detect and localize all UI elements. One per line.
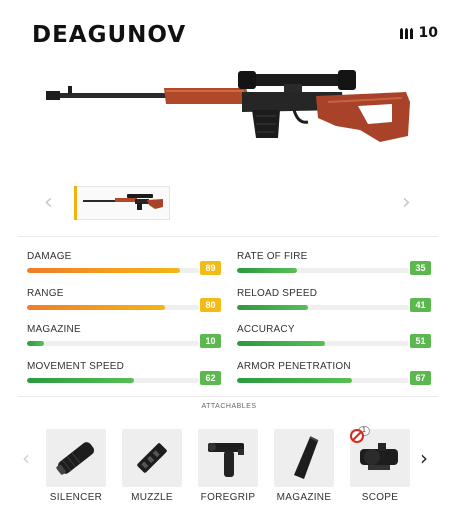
weapon-skin-carousel: ‹ ›: [0, 184, 458, 224]
attachment-name: SILENCER: [49, 492, 103, 503]
stat-label: RANGE: [27, 287, 64, 299]
stat-label: ARMOR PENETRATION: [237, 360, 351, 372]
stat-label: MOVEMENT SPEED: [27, 360, 125, 372]
stat-value-badge: 62: [200, 370, 221, 385]
attachment-magazine[interactable]: MAGAZINE: [274, 429, 336, 503]
stat-bar-fill: [237, 341, 325, 346]
attachment-silencer[interactable]: SILENCER: [46, 429, 108, 503]
stat-bar-fill: [27, 341, 45, 346]
stat-value-badge: 41: [410, 297, 431, 312]
stat-label: ACCURACY: [237, 324, 295, 335]
stat-armor-penetration: ARMOR PENETRATION 67: [237, 361, 433, 391]
stat-range: RANGE 80: [27, 288, 223, 318]
magazine-icon: [294, 436, 319, 479]
attachment-name: MAGAZINE: [276, 492, 332, 503]
stat-value-badge: 10: [200, 334, 221, 348]
stat-bar-fill: [237, 377, 353, 383]
attachables-next-arrow-icon[interactable]: ›: [420, 446, 428, 470]
attachment-slot[interactable]: [122, 429, 182, 487]
attachment-name: FOREGRIP: [200, 492, 256, 503]
stat-value-badge: 35: [410, 261, 431, 275]
stat-bar-track: [237, 268, 409, 273]
stat-bar-track: [237, 377, 409, 383]
stat-accuracy: ACCURACY 51: [237, 324, 433, 354]
attachment-foregrip[interactable]: FOREGRIP: [198, 429, 260, 503]
silencer-icon: [56, 442, 95, 475]
stat-bar-track: [27, 304, 199, 310]
stat-bar-fill: [27, 268, 181, 273]
stat-value-badge: 51: [410, 334, 431, 348]
stat-bar-track: [237, 341, 409, 346]
stat-damage: DAMAGE 89: [27, 251, 223, 281]
attachables-prev-arrow-icon[interactable]: ‹: [22, 446, 30, 470]
divider: [18, 396, 438, 397]
stat-bar-fill: [27, 304, 165, 310]
bullets-icon: [399, 28, 413, 39]
stat-bar-track: [237, 304, 409, 310]
selected-indicator: [74, 186, 77, 220]
stat-bar-track: [27, 341, 199, 346]
attachment-slot[interactable]: [274, 429, 334, 487]
stat-value-badge: 89: [200, 261, 221, 275]
carousel-prev-arrow-icon[interactable]: ‹: [44, 190, 53, 215]
attachment-slot[interactable]: [46, 429, 106, 487]
dragunov-rifle-image: [46, 70, 410, 142]
ammo-value: 10: [418, 25, 438, 41]
stat-reload-speed: RELOAD SPEED 41: [237, 288, 433, 318]
attachables-title: ATTACHABLES: [201, 403, 257, 410]
stat-value-badge: 80: [200, 297, 221, 312]
stat-label: MAGAZINE: [27, 324, 81, 335]
stat-value-badge: 67: [410, 370, 431, 385]
stat-label: DAMAGE: [27, 251, 72, 262]
attachment-slot[interactable]: 1: [350, 426, 410, 487]
stat-label: RATE OF FIRE: [237, 251, 308, 262]
divider: [18, 236, 438, 237]
stat-label: RELOAD SPEED: [237, 287, 318, 299]
attachment-name: SCOPE: [361, 492, 399, 503]
attachment-slot[interactable]: [198, 429, 258, 487]
carousel-next-arrow-icon[interactable]: ›: [402, 190, 411, 215]
stat-bar-fill: [237, 304, 308, 310]
weapon-name: DEAGUNOV: [32, 22, 187, 48]
ammo-count: 10: [399, 25, 438, 41]
stat-magazine: MAGAZINE 10: [27, 324, 223, 354]
stat-rate-of-fire: RATE OF FIRE 35: [237, 251, 433, 281]
stat-bar-fill: [237, 268, 298, 273]
stat-movement-speed: MOVEMENT SPEED 62: [27, 361, 223, 391]
muzzle-icon: [137, 443, 167, 473]
stat-bar-track: [27, 268, 199, 273]
unavailable-icon: [350, 429, 364, 443]
attachment-muzzle[interactable]: MUZZLE: [122, 429, 184, 503]
stat-bar-track: [27, 377, 199, 383]
weapon-thumbnail-selected[interactable]: [74, 186, 170, 220]
stat-bar-fill: [27, 377, 134, 383]
attachment-name: MUZZLE: [131, 492, 173, 503]
foregrip-icon: [208, 443, 244, 477]
rifle-thumbnail-icon: [83, 194, 163, 210]
attachment-scope[interactable]: 1 SCOPE: [350, 426, 412, 503]
